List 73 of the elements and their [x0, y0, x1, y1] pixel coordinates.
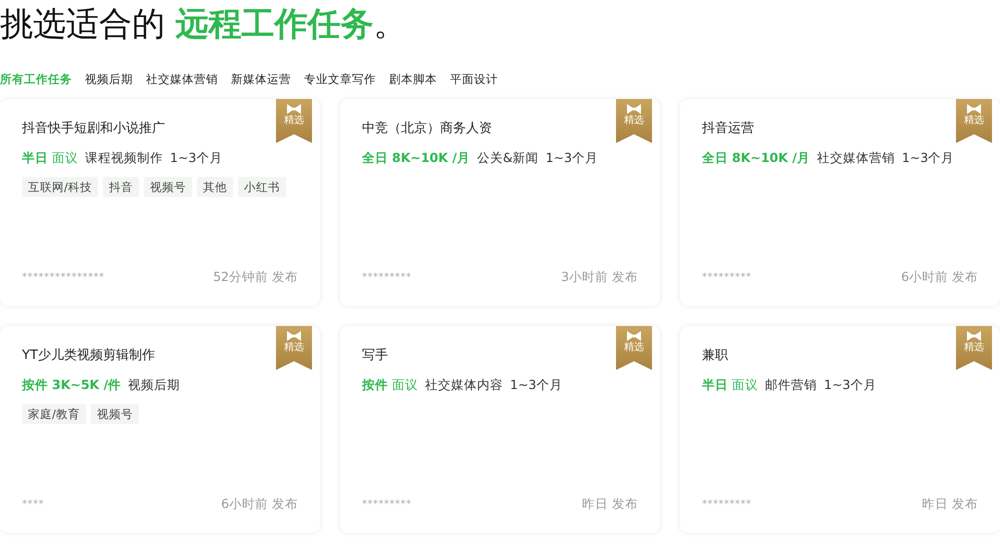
poster-name: ********* [362, 272, 412, 283]
schedule-type: 全日 [362, 149, 388, 167]
job-duration: 1~3个月 [510, 376, 562, 394]
category-tab[interactable]: 专业文章写作 [304, 71, 376, 88]
salary: 面议 [52, 149, 78, 167]
featured-label: 精选 [964, 342, 984, 354]
featured-label: 精选 [964, 115, 984, 127]
job-category: 视频后期 [128, 376, 180, 394]
salary: 面议 [732, 376, 758, 394]
job-title: 抖音运营 [702, 120, 755, 138]
bow-icon [286, 104, 302, 114]
job-title: 兼职 [702, 347, 729, 365]
category-tab[interactable]: 平面设计 [450, 71, 498, 88]
schedule-type: 按件 [22, 376, 48, 394]
job-card[interactable]: 精选 YT少儿类视频剪辑制作 按件 3K~5K /件 视频后期 家庭/教育 视频号 **** 6小时前 发布 [0, 326, 320, 533]
poster-name: *************** [22, 272, 104, 283]
posted-time: 6小时前 发布 [221, 496, 298, 513]
job-card[interactable]: 精选 中竞（北京）商务人资 全日 8K~10K /月 公关&新闻 1~3个月 ********* 3小时前 发布 [340, 99, 660, 306]
job-title: YT少儿类视频剪辑制作 [22, 347, 156, 365]
page-heading: 挑选适合的 远程工作任务。 [0, 3, 408, 45]
job-tag: 视频号 [144, 177, 192, 197]
category-tab[interactable]: 剧本脚本 [389, 71, 437, 88]
posted-time: 6小时前 发布 [901, 269, 978, 286]
posted-time: 52分钟前 发布 [213, 269, 298, 286]
job-duration: 1~3个月 [170, 149, 222, 167]
featured-label: 精选 [284, 115, 304, 127]
category-tab[interactable]: 社交媒体营销 [146, 71, 218, 88]
posted-time: 昨日 发布 [582, 496, 638, 513]
job-card[interactable]: 精选 抖音快手短剧和小说推广 半日 面议 课程视频制作 1~3个月 互联网/科技 抖音 视频号 其他 小红书 *************** 52分钟前 发布 [0, 99, 320, 306]
bow-icon [626, 331, 642, 341]
salary: 3K~5K /件 [52, 376, 122, 394]
job-tag: 互联网/科技 [22, 177, 98, 197]
bow-icon [966, 104, 982, 114]
poster-name: **** [22, 499, 44, 510]
bow-icon [286, 331, 302, 341]
schedule-type: 半日 [22, 149, 48, 167]
featured-label: 精选 [284, 342, 304, 354]
salary: 面议 [392, 376, 418, 394]
poster-name: ********* [702, 499, 752, 510]
job-category: 社交媒体营销 [816, 149, 895, 167]
featured-label: 精选 [624, 342, 644, 354]
job-category: 公关&新闻 [476, 149, 539, 167]
job-title: 中竞（北京）商务人资 [362, 120, 493, 138]
schedule-type: 全日 [702, 149, 728, 167]
job-tag: 小红书 [238, 177, 286, 197]
poster-name: ********* [362, 499, 412, 510]
job-card[interactable]: 精选 兼职 半日 面议 邮件营销 1~3个月 ********* 昨日 发布 [680, 326, 1000, 533]
posted-time: 昨日 发布 [922, 496, 978, 513]
job-duration: 1~3个月 [824, 376, 876, 394]
salary: 8K~10K /月 [732, 149, 810, 167]
job-tag: 家庭/教育 [22, 404, 86, 424]
job-tag: 视频号 [90, 404, 139, 424]
schedule-type: 按件 [362, 376, 388, 394]
schedule-type: 半日 [702, 376, 728, 394]
job-category: 邮件营销 [765, 376, 817, 394]
bow-icon [966, 331, 982, 341]
job-duration: 1~3个月 [546, 149, 598, 167]
bow-icon [626, 104, 642, 114]
job-title: 抖音快手短剧和小说推广 [22, 120, 166, 138]
job-tag: 其他 [196, 177, 233, 197]
job-tag: 抖音 [102, 177, 139, 197]
job-duration: 1~3个月 [902, 149, 954, 167]
job-category: 社交媒体内容 [425, 376, 503, 394]
job-card[interactable]: 精选 写手 按件 面议 社交媒体内容 1~3个月 ********* 昨日 发布 [340, 326, 660, 533]
category-tab[interactable]: 新媒体运营 [231, 71, 291, 88]
poster-name: ********* [702, 272, 752, 283]
posted-time: 3小时前 发布 [561, 269, 638, 286]
job-category: 课程视频制作 [85, 149, 163, 167]
salary: 8K~10K /月 [392, 149, 470, 167]
job-card[interactable]: 精选 抖音运营 全日 8K~10K /月 社交媒体营销 1~3个月 ********* 6小时前 发布 [680, 99, 1000, 306]
featured-label: 精选 [624, 115, 644, 127]
job-title: 写手 [362, 347, 389, 365]
category-tab[interactable]: 视频后期 [85, 71, 133, 88]
